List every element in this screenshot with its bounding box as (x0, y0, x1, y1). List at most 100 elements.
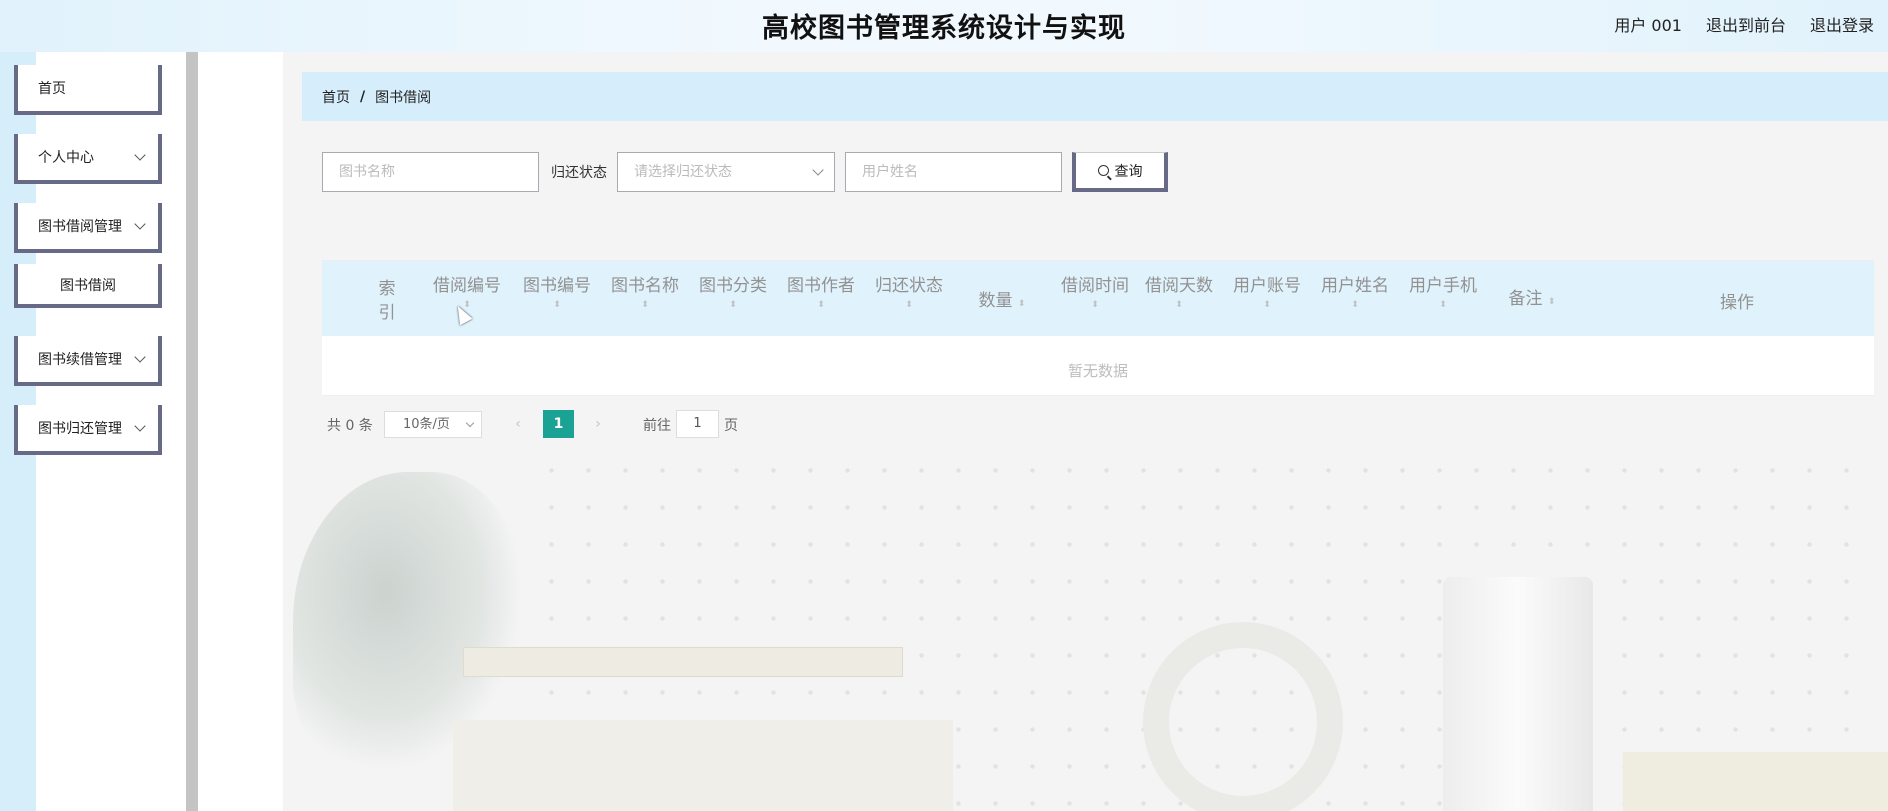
page-size-value: 10条/页 (403, 417, 450, 432)
logout-link[interactable]: 退出登录 (1810, 12, 1874, 36)
chevron-down-icon (812, 164, 824, 176)
chevron-down-icon (134, 420, 146, 432)
sort-icon: ⬍ (817, 300, 825, 310)
background-tray-decoration (463, 647, 903, 677)
column-header-return-status[interactable]: 归还状态 ⬍ (874, 271, 944, 310)
search-button-label: 查询 (1114, 163, 1143, 180)
chevron-left-icon: ‹ (515, 416, 521, 432)
chevron-down-icon (134, 351, 146, 363)
book-name-search-input[interactable]: 图书名称 (322, 152, 539, 192)
sort-icon: ⬍ (1439, 300, 1447, 310)
sidebar-item-label: 图书借阅管理 (38, 219, 122, 235)
column-header-remark[interactable]: 备注 ⬍ (1497, 284, 1567, 309)
sidebar-item-home[interactable]: 首页 (14, 65, 162, 115)
column-header-label: 数量 (978, 291, 1013, 311)
column-header-label: 图书作者 (787, 276, 855, 296)
column-header-label: 归还状态 (875, 276, 943, 296)
chevron-down-icon (465, 418, 475, 428)
chevron-right-icon: › (595, 416, 601, 432)
return-status-label: 归还状态 (551, 165, 607, 181)
column-header-index[interactable]: 索引 (372, 277, 402, 325)
column-header-label: 用户姓名 (1321, 276, 1389, 296)
chevron-down-icon (134, 218, 146, 230)
column-header-book-author[interactable]: 图书作者 ⬍ (786, 271, 856, 310)
column-header-borrow-no[interactable]: 借阅编号 ⬍ (432, 271, 502, 310)
sort-icon: ⬍ (641, 300, 649, 310)
sidebar-item-borrow-management[interactable]: 图书借阅管理 (14, 203, 162, 253)
sidebar-gutter (198, 52, 283, 811)
current-user-link[interactable]: 用户 001 (1614, 12, 1682, 36)
sort-icon: ⬍ (1017, 299, 1026, 309)
book-name-placeholder: 图书名称 (339, 164, 395, 180)
goto-label: 前往 (643, 418, 671, 434)
column-header-quantity[interactable]: 数量 ⬍ (967, 286, 1037, 311)
prev-page-button[interactable]: ‹ (503, 410, 533, 438)
sort-icon: ⬍ (1263, 300, 1271, 310)
column-header-label: 操作 (1720, 293, 1754, 313)
empty-table-text: 暂无数据 (1067, 362, 1128, 380)
column-header-label: 图书编号 (523, 276, 591, 296)
chevron-down-icon (134, 149, 146, 161)
sort-icon: ⬍ (1547, 297, 1556, 307)
sidebar-item-label: 图书续借管理 (38, 352, 122, 368)
sidebar-item-renew-management[interactable]: 图书续借管理 (14, 336, 162, 386)
site-title: 高校图书管理系统设计与实现 (762, 13, 1126, 44)
column-header-label: 借阅时间 (1061, 276, 1129, 296)
column-header-book-no[interactable]: 图书编号 ⬍ (522, 271, 592, 310)
sidebar-subitem-label: 图书借阅 (60, 278, 116, 294)
sort-icon: ⬍ (1351, 300, 1359, 310)
column-header-label: 索引 (378, 279, 396, 323)
search-icon (1097, 165, 1109, 176)
sort-icon: ⬍ (729, 300, 737, 310)
user-name-search-input[interactable]: 用户姓名 (845, 152, 1062, 192)
breadcrumb-home[interactable]: 首页 (322, 87, 350, 107)
column-header-user-account[interactable]: 用户账号 ⬍ (1232, 271, 1302, 310)
header-links: 用户 001 退出到前台 退出登录 (1614, 12, 1874, 36)
sort-icon: ⬍ (553, 300, 561, 310)
sort-icon: ⬍ (1091, 300, 1099, 310)
page-size-select[interactable]: 10条/页 (384, 411, 482, 438)
top-header: 高校图书管理系统设计与实现 用户 001 退出到前台 退出登录 (0, 0, 1888, 52)
background-box-decoration (453, 720, 953, 811)
column-header-actions: 操作 (1702, 288, 1772, 313)
search-button[interactable]: 查询 (1072, 152, 1168, 192)
column-header-label: 备注 (1508, 289, 1543, 309)
column-header-label: 图书分类 (699, 276, 767, 296)
column-header-borrow-time[interactable]: 借阅时间 ⬍ (1055, 271, 1135, 310)
pagination-total: 共 0 条 (327, 418, 373, 434)
goto-page-input[interactable]: 1 (676, 410, 719, 438)
column-header-label: 用户手机 (1409, 276, 1477, 296)
sidebar-item-profile[interactable]: 个人中心 (14, 134, 162, 184)
column-header-label: 图书名称 (611, 276, 679, 296)
breadcrumb-separator: / (360, 88, 366, 105)
sort-icon: ⬍ (905, 300, 913, 310)
breadcrumb-current: 图书借阅 (375, 89, 432, 106)
sidebar-item-return-management[interactable]: 图书归还管理 (14, 405, 162, 455)
column-header-user-name[interactable]: 用户姓名 ⬍ (1320, 271, 1390, 310)
column-header-borrow-days[interactable]: 借阅天数 ⬍ (1144, 271, 1214, 310)
return-status-select[interactable]: 请选择归还状态 (617, 152, 835, 192)
column-header-label: 用户账号 (1233, 276, 1301, 296)
return-status-placeholder: 请选择归还状态 (634, 164, 732, 180)
table-header: 索引 借阅编号 ⬍ 图书编号 ⬍ 图书名称 ⬍ 图书分类 ⬍ 图书作者 ⬍ 归还… (322, 260, 1874, 336)
exit-to-front-link[interactable]: 退出到前台 (1706, 12, 1786, 36)
column-header-user-phone[interactable]: 用户手机 ⬍ (1408, 271, 1478, 310)
page-number-current[interactable]: 1 (543, 410, 574, 438)
sidebar-subitem-book-borrow[interactable]: 图书借阅 (14, 264, 162, 308)
sidebar-item-label: 个人中心 (38, 150, 94, 166)
column-header-label: 借阅天数 (1145, 276, 1213, 296)
column-header-book-name[interactable]: 图书名称 ⬍ (610, 271, 680, 310)
breadcrumb: 首页 / 图书借阅 (302, 72, 1888, 121)
column-header-label: 借阅编号 (433, 276, 501, 296)
next-page-button[interactable]: › (583, 410, 613, 438)
user-name-placeholder: 用户姓名 (862, 164, 918, 180)
sidebar-item-label: 首页 (38, 81, 66, 97)
sidebar-item-label: 图书归还管理 (38, 421, 122, 437)
column-header-book-category[interactable]: 图书分类 ⬍ (698, 271, 768, 310)
background-cylinder-decoration (1443, 577, 1593, 811)
sort-icon: ⬍ (1175, 300, 1183, 310)
background-ring-decoration (1143, 622, 1343, 811)
sidebar-scrollbar[interactable] (186, 52, 198, 811)
goto-page-suffix: 页 (724, 418, 738, 434)
table-body: 暂无数据 (322, 336, 1874, 396)
